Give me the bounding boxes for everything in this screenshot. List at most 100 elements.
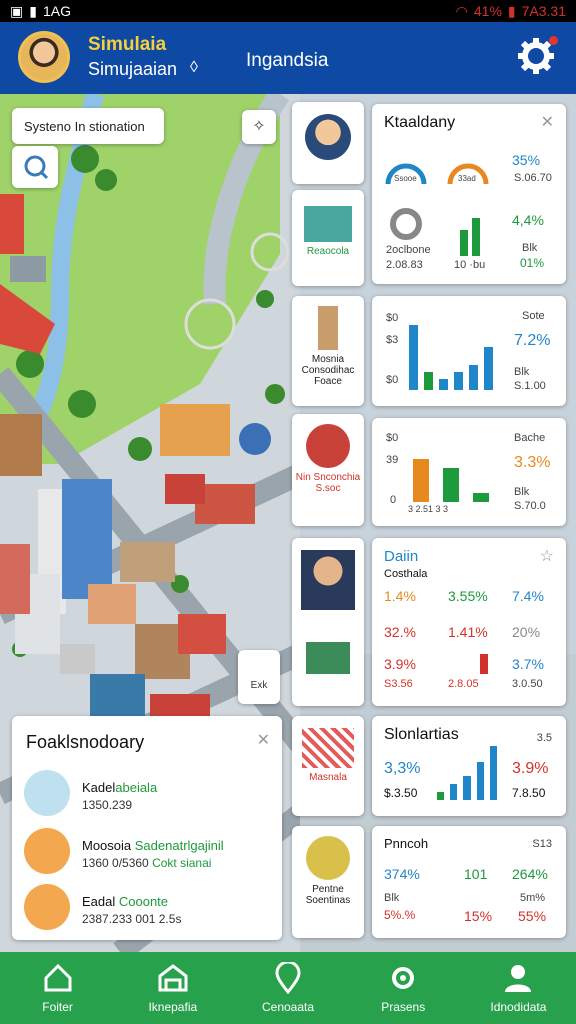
app-header: Simulaia Simujaaian ◊ Ingandsia	[0, 22, 576, 94]
stat-value: 01%	[520, 256, 545, 270]
thumb-label: Masnala	[309, 772, 347, 783]
thumb-label: Reaocola	[306, 246, 350, 257]
chart-bar	[412, 458, 430, 502]
user-icon	[505, 965, 532, 992]
stat-sub: 2.08.83	[386, 259, 423, 271]
stat-sub: Blk	[384, 892, 400, 904]
stat-value: 55%	[518, 908, 547, 924]
stat-sub: 7.8.50	[512, 786, 546, 800]
card-corner: 3.5	[536, 732, 552, 744]
axis-label: 39	[386, 454, 399, 466]
stats-card-4[interactable]: Pnncoh S13 374% 101 264% Blk 5m% 5%.% 15…	[372, 826, 566, 938]
star-icon[interactable]: ☆	[540, 546, 554, 566]
chart-card-1[interactable]: $0 $3 $0 Sote 7.2% Blk S.1.00	[372, 296, 566, 406]
axis-label: $0	[386, 432, 399, 444]
stat-label: Blk	[514, 486, 530, 498]
nav-location[interactable]: Cenoaata	[230, 952, 345, 1024]
location-pin-icon	[275, 962, 301, 994]
wifi-icon: ◠	[455, 2, 468, 19]
avatar[interactable]	[18, 31, 70, 83]
image-icon: ▣	[10, 2, 24, 19]
market-icon	[24, 828, 70, 874]
mini-bar	[460, 230, 468, 256]
gauge-label: Ssooe	[394, 174, 417, 183]
thumb-person-2[interactable]	[292, 538, 364, 706]
chart-bar	[454, 372, 463, 390]
thumb-balloon[interactable]: Pentne Soentinas	[292, 826, 364, 938]
list-item[interactable]: Kadelabeiala 1350.239	[12, 766, 282, 822]
chart-bar	[484, 346, 493, 390]
nav-profile[interactable]: Idnodidata	[461, 952, 576, 1024]
thumb-pattern[interactable]: Masnala	[292, 716, 364, 816]
stat-value: 4,4%	[512, 212, 544, 228]
stat-value: 1.4%	[384, 588, 416, 604]
nav-label: Foiter	[42, 1000, 73, 1014]
stat-label: Bache	[514, 432, 546, 444]
stat-value: 1.41%	[448, 624, 488, 640]
stat-value: 3.7%	[512, 656, 544, 672]
nav-label: Idnodidata	[490, 1000, 547, 1014]
nav-label: Prasens	[381, 1000, 426, 1014]
chart-bar	[439, 379, 448, 390]
chart-bar	[476, 762, 484, 800]
stat-sub: $.3.50	[384, 786, 418, 800]
chart-bar	[469, 364, 478, 390]
item-value: 1360 0/5360 Cokt sianai	[82, 856, 212, 870]
thumb-building-2[interactable]: Mosnia Consodihac Foace	[292, 296, 364, 406]
leaderboard-panel: Foaklsnodoary ✕ Kadelabeiala 1350.239 Mo…	[12, 716, 282, 940]
stat-sub: S.1.00	[514, 380, 546, 392]
stat-value: 3.9%	[384, 656, 416, 672]
stat-value: 3.3%	[514, 454, 551, 471]
item-value: 2387.233 001 2.5s	[82, 912, 182, 926]
nav-home[interactable]: Foiter	[0, 952, 115, 1024]
thumb-person-1[interactable]	[292, 102, 364, 184]
building-filter-button[interactable]: Exk	[238, 650, 280, 704]
list-item[interactable]: Eadal Cooonte 2387.233 001 2.5s	[12, 880, 282, 936]
person-avatar	[301, 550, 355, 610]
stats-card-2[interactable]: Daiin ☆ Costhala 1.4% 3.55% 7.4% 32.% 1.…	[372, 538, 566, 706]
stat-sub: 2.8.05	[448, 678, 479, 690]
nav-label: Cenoaata	[261, 1000, 315, 1014]
stat-value: 374%	[384, 866, 420, 882]
stats-card-1[interactable]: Ktaaldany ✕ Ssooe 33ad 35% S.06.70 2oclb…	[372, 104, 566, 284]
list-item[interactable]: Moosoia Sadenatrlgajinil 1360 0/5360 Cok…	[12, 824, 282, 880]
chart-card-2[interactable]: $0 39 0 3 2.51 3 3 Bache 3.3% Blk S.70.0	[372, 418, 566, 526]
home-icon	[44, 963, 72, 992]
stat-value: 101	[464, 866, 488, 882]
chart-bar	[442, 467, 460, 502]
nav-settings[interactable]: Prasens	[346, 952, 461, 1024]
map-search-button[interactable]	[12, 146, 58, 188]
map-search-box[interactable]: Systeno In stionation	[12, 108, 164, 144]
status-time: 1AG	[42, 3, 71, 19]
app-title: Simulaia	[88, 34, 167, 55]
item-name: Moosoia Sadenatrlgajinil	[82, 838, 224, 853]
device-icon	[24, 884, 70, 930]
nav-garage[interactable]: Iknepafia	[115, 952, 230, 1024]
thumb-label: Nin Snconchia S.soc	[295, 472, 361, 494]
stats-card-3[interactable]: Slonlartias 3.5 3,3% $.3.50 3.9% 7.8.50	[372, 716, 566, 816]
card-title: Pnncoh	[384, 836, 429, 851]
stat-value: 35%	[512, 152, 541, 168]
battery-percent: 41%	[473, 3, 502, 19]
expand-icon[interactable]: ✧	[242, 110, 276, 144]
thumb-building-1[interactable]: Reaocola	[292, 190, 364, 286]
mini-bar	[480, 654, 488, 674]
axis-ticks: 3 2.51 3 3	[408, 504, 449, 514]
pin-icon: ◊	[190, 59, 198, 76]
stat-sub: S.06.70	[514, 172, 552, 184]
close-icon[interactable]: ✕	[257, 730, 270, 750]
stat-value: 264%	[512, 866, 548, 882]
stat-sub: 3.0.50	[512, 678, 543, 690]
item-name: Eadal Cooonte	[82, 894, 169, 909]
stat-value: 20%	[512, 624, 541, 640]
axis-label: $0	[386, 312, 399, 324]
notification-dot	[549, 36, 558, 45]
region-label[interactable]: Ingandsia	[246, 50, 328, 72]
thumb-building-3[interactable]: Nin Snconchia S.soc	[292, 414, 364, 526]
chart-bar	[472, 492, 490, 502]
close-icon[interactable]: ✕	[541, 112, 554, 132]
axis-label: $0	[386, 374, 399, 386]
card-title: Daiin	[384, 548, 419, 565]
stat-label: Sote	[522, 310, 545, 322]
axis-label: 0	[390, 494, 397, 506]
